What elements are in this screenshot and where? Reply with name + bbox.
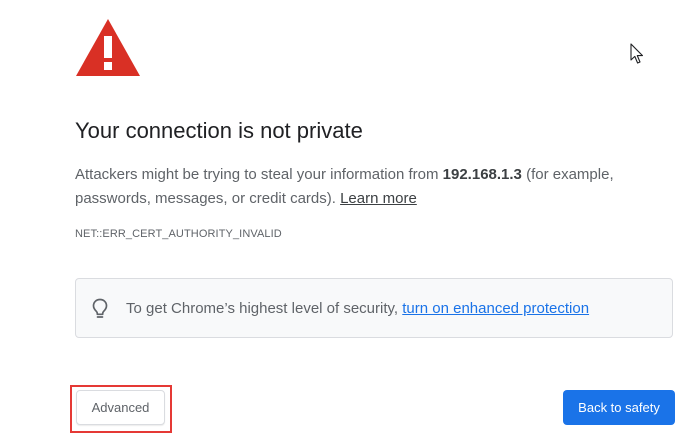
back-to-safety-button[interactable]: Back to safety <box>563 390 675 425</box>
advanced-button[interactable]: Advanced <box>76 390 165 425</box>
enhanced-protection-box: To get Chrome’s highest level of securit… <box>75 278 673 338</box>
lightbulb-icon <box>92 298 108 318</box>
page-title: Your connection is not private <box>75 118 363 143</box>
mouse-cursor-icon <box>630 43 644 64</box>
learn-more-link[interactable]: Learn more <box>340 190 417 207</box>
enhanced-protection-label: To get Chrome’s highest level of securit… <box>126 300 403 317</box>
host-address: 192.168.1.3 <box>442 166 522 183</box>
warning-triangle-icon <box>76 19 140 76</box>
interstitial-page: Your connection is not private Attackers… <box>0 0 685 445</box>
warning-message: Attackers might be trying to steal your … <box>75 163 645 211</box>
enhanced-protection-text: To get Chrome’s highest level of securit… <box>126 300 589 317</box>
error-code: NET::ERR_CERT_AUTHORITY_INVALID <box>75 228 282 240</box>
message-prefix: Attackers might be trying to steal your … <box>75 166 443 183</box>
enhanced-protection-link[interactable]: turn on enhanced protection <box>402 300 589 317</box>
